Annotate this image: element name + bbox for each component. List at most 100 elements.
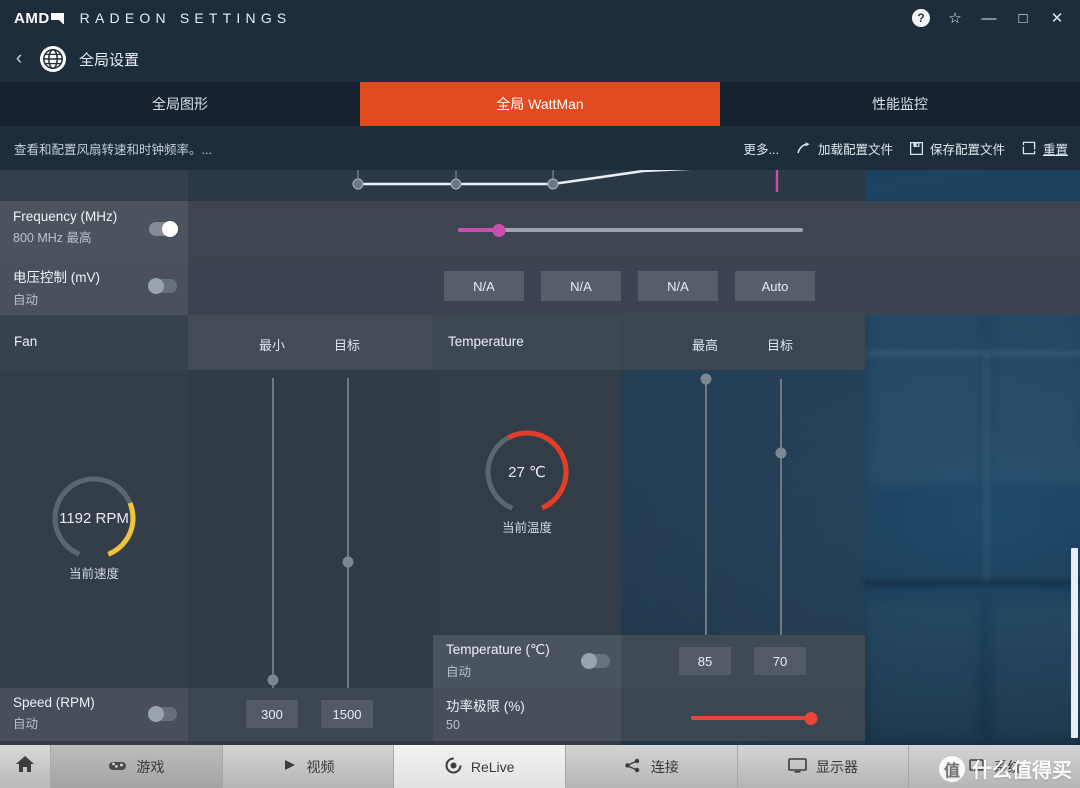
globe-icon	[40, 46, 66, 72]
save-profile-label: 保存配置文件	[929, 142, 1005, 157]
favorite-button[interactable]: ☆	[938, 1, 972, 35]
frequency-toggle[interactable]	[149, 221, 178, 237]
amd-logo-arrow	[50, 12, 64, 24]
temp-max-slider[interactable]	[705, 379, 707, 635]
more-button[interactable]: 更多...	[744, 139, 779, 158]
product-title: RADEON SETTINGS	[79, 10, 292, 26]
help-button[interactable]: ?	[904, 1, 938, 35]
frequency-row-left: Frequency (MHz) 800 MHz 最高	[0, 201, 188, 258]
window-controls: ? ☆ — □ ✕	[904, 1, 1080, 35]
temp-max-slider-thumb[interactable]	[700, 373, 712, 385]
monitor-icon	[788, 757, 807, 776]
voltage-button-1[interactable]: N/A	[444, 271, 524, 301]
speed-toggle[interactable]	[148, 706, 177, 722]
voltage-button-label: N/A	[667, 278, 689, 294]
speed-target-box[interactable]: 1500	[321, 700, 373, 728]
fan-header-label: Fan	[14, 334, 38, 349]
power-limit-label: 功率极限 (%)	[446, 699, 525, 714]
nav-item-relive[interactable]: ReLive	[393, 745, 566, 788]
power-limit-value: 50	[446, 718, 460, 732]
temperature-max-value: 85	[697, 653, 713, 669]
fan-target-slider-thumb[interactable]	[342, 556, 354, 568]
nav-item-label: 游戏	[136, 758, 165, 775]
reset-button[interactable]: 重置	[1022, 139, 1068, 158]
speed-min-box[interactable]: 300	[246, 700, 298, 728]
fan-min-slider[interactable]	[272, 378, 274, 688]
watermark-text: 什么值得买	[972, 760, 1072, 782]
power-limit-row: 功率极限 (%) 50	[433, 688, 865, 741]
tab-global-wattman[interactable]: 全局 WattMan	[360, 82, 720, 126]
minimize-button[interactable]: —	[972, 1, 1006, 35]
fan-min-slider-thumb[interactable]	[267, 674, 279, 686]
amd-logo: AMD	[14, 10, 64, 27]
back-button[interactable]: ‹	[0, 36, 38, 82]
watermark: 值 什么值得买	[939, 754, 1072, 783]
more-label: 更多...	[743, 142, 779, 157]
temp-target-label: 目标	[767, 338, 794, 353]
fan-gauge-caption: 当前速度	[68, 567, 119, 581]
voltage-row-left: 电压控制 (mV) 自动	[0, 258, 188, 315]
tab-performance-monitoring[interactable]: 性能监控	[720, 82, 1080, 126]
voltage-toggle[interactable]	[148, 278, 177, 294]
play-icon	[282, 758, 298, 775]
nav-home-button[interactable]	[0, 745, 50, 788]
voltage-button-label: N/A	[570, 278, 592, 294]
home-icon	[15, 755, 35, 778]
relive-icon	[445, 757, 462, 777]
temp-target-slider-thumb[interactable]	[775, 447, 787, 459]
tab-global-graphics[interactable]: 全局图形	[0, 82, 360, 126]
slider-track	[458, 228, 803, 232]
toggle-knob	[162, 221, 178, 237]
temperature-toggle[interactable]	[581, 653, 610, 669]
frequency-slider[interactable]	[458, 223, 803, 237]
nav-item-display[interactable]: 显示器	[736, 745, 909, 788]
close-button[interactable]: ✕	[1040, 1, 1074, 35]
save-profile-button[interactable]: 保存配置文件	[909, 139, 1005, 158]
tab-label: 全局 WattMan	[496, 96, 584, 112]
action-toolbar: 查看和配置风扇转速和时钟频率。... 更多... 加载配置文件 保存配置文件 重…	[0, 126, 1080, 170]
page-description: 查看和配置风扇转速和时钟频率。...	[14, 142, 212, 157]
voltage-button-3[interactable]: N/A	[638, 271, 718, 301]
wattman-content: Frequency (MHz) 800 MHz 最高 电压控制 (mV) 自动	[0, 170, 1080, 745]
frequency-row: Frequency (MHz) 800 MHz 最高	[0, 201, 1080, 258]
voltage-auto-button[interactable]: Auto	[735, 271, 815, 301]
temp-target-slider[interactable]	[780, 379, 782, 635]
maximize-button[interactable]: □	[1006, 1, 1040, 35]
nav-item-label: 视频	[306, 758, 335, 775]
curve-left-spacer	[0, 170, 188, 201]
radeon-settings-window: AMD RADEON SETTINGS ? ☆ — □ ✕ ‹ 全局设置 全局图…	[0, 0, 1080, 788]
nav-item-video[interactable]: 视频	[221, 745, 394, 788]
page-title: 全局设置	[79, 51, 140, 69]
nav-item-label: 显示器	[816, 758, 859, 775]
fan-min-label: 最小	[259, 338, 286, 353]
slider-thumb[interactable]	[804, 711, 818, 725]
slider-thumb[interactable]	[492, 223, 506, 237]
fan-gauge-value: 1192 RPM	[59, 510, 129, 527]
voltage-button-2[interactable]: N/A	[541, 271, 621, 301]
voltage-button-label: Auto	[761, 278, 789, 294]
tab-label: 全局图形	[152, 96, 208, 112]
temperature-header-label: Temperature	[448, 334, 524, 349]
toggle-knob	[148, 706, 164, 722]
power-limit-slider[interactable]	[691, 711, 818, 725]
minimize-icon: —	[981, 9, 997, 27]
voltage-button-label: N/A	[473, 278, 495, 294]
vertical-scrollbar[interactable]	[1071, 548, 1078, 738]
nav-item-games[interactable]: 游戏	[50, 745, 222, 788]
maximize-icon: □	[1018, 9, 1028, 27]
amd-logo-text: AMD	[14, 9, 50, 27]
load-profile-button[interactable]: 加载配置文件	[796, 139, 893, 158]
temperature-target-box[interactable]: 70	[754, 647, 806, 675]
fan-target-slider[interactable]	[347, 378, 349, 688]
gamepad-icon	[108, 758, 127, 775]
temp-max-label: 最高	[692, 338, 719, 353]
temperature-max-box[interactable]: 85	[679, 647, 731, 675]
fan-columns-cell	[188, 315, 433, 370]
frequency-curve-chart[interactable]	[188, 170, 865, 201]
reset-label: 重置	[1042, 142, 1068, 157]
chevron-left-icon: ‹	[15, 48, 23, 69]
star-icon: ☆	[948, 10, 962, 27]
temperature-gauge-caption: 当前温度	[501, 521, 552, 535]
tab-label: 性能监控	[872, 96, 928, 112]
nav-item-connect[interactable]: 连接	[565, 745, 737, 788]
